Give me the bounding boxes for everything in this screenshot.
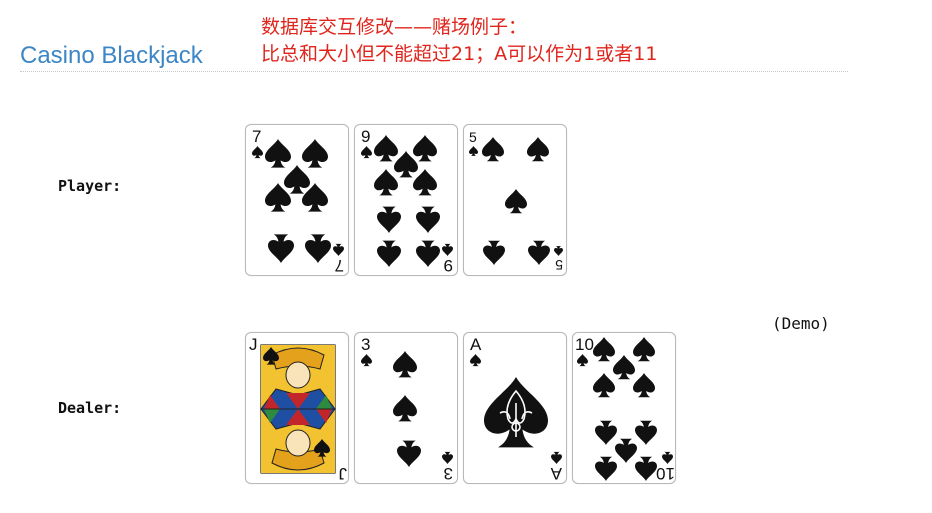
spade-icon <box>442 243 453 256</box>
player-label: Player: <box>58 177 122 195</box>
card-rank: 9 <box>444 256 453 275</box>
dealer-card-2[interactable]: 3 3 <box>354 332 458 484</box>
card-rank: 5 <box>555 257 563 273</box>
spade-icon <box>361 146 372 159</box>
card-rank: 9 <box>361 127 370 146</box>
spade-icon <box>397 440 421 467</box>
player-card-3[interactable]: 5 5 <box>463 124 567 276</box>
card-rank: J <box>339 464 348 483</box>
title-divider <box>20 71 848 72</box>
dealer-card-3[interactable]: A A <box>463 332 567 484</box>
annotation-notes: 数据库交互修改——赌场例子： 比总和大小但不能超过21；A可以作为1或者11 <box>261 14 657 68</box>
card-rank: J <box>249 335 258 354</box>
spade-icon <box>333 243 344 256</box>
spade-icon <box>305 234 331 263</box>
spade-icon <box>635 456 657 481</box>
spade-icon <box>577 354 588 367</box>
player-card-2[interactable]: 9 9 <box>354 124 458 276</box>
spade-icon <box>416 206 440 233</box>
spade-icon <box>470 354 481 367</box>
card-rank: 10 <box>656 464 675 483</box>
spade-icon <box>505 189 527 214</box>
spade-icon <box>635 420 657 445</box>
spade-icon <box>613 355 635 380</box>
dealer-card-4[interactable]: 10 10 <box>572 332 676 484</box>
spade-icon <box>615 438 637 463</box>
spade-icon <box>595 420 617 445</box>
demo-label: (Demo) <box>772 314 830 333</box>
card-rank: 5 <box>469 129 477 145</box>
spade-icon <box>394 151 418 178</box>
card-rank: 10 <box>575 335 594 354</box>
dealer-card-1[interactable]: J J <box>245 332 349 484</box>
card-rank: A <box>550 464 562 483</box>
spade-icon <box>551 451 562 464</box>
spade-icon <box>527 137 549 162</box>
spade-icon <box>483 240 505 265</box>
card-rank: 3 <box>444 464 453 483</box>
spade-icon <box>633 337 655 362</box>
spade-icon <box>393 395 417 422</box>
spade-icon <box>662 451 673 464</box>
card-rank: 7 <box>252 127 261 146</box>
spade-icon <box>413 135 437 162</box>
spade-icon <box>593 373 615 398</box>
page-title: Casino Blackjack <box>20 42 203 69</box>
spade-icon <box>633 373 655 398</box>
card-rank: A <box>470 335 482 354</box>
spade-icon <box>416 240 440 267</box>
dealer-label: Dealer: <box>58 399 122 417</box>
spade-icon <box>374 169 398 196</box>
note-line-2: 比总和大小但不能超过21；A可以作为1或者11 <box>261 43 658 65</box>
spade-icon <box>252 146 263 159</box>
note-line-1: 数据库交互修改——赌场例子： <box>261 16 528 38</box>
spade-icon <box>377 206 401 233</box>
spade-icon <box>377 240 401 267</box>
spade-icon <box>413 169 437 196</box>
spade-icon <box>393 351 417 378</box>
spade-icon <box>554 246 563 256</box>
spade-icon <box>265 139 291 168</box>
spade-icon <box>374 135 398 162</box>
spade-icon <box>593 337 615 362</box>
player-card-1[interactable]: 7 7 <box>245 124 349 276</box>
spade-icon <box>302 139 328 168</box>
spade-icon <box>528 240 550 265</box>
card-rank: 7 <box>335 256 344 275</box>
spade-icon <box>361 354 372 367</box>
spade-icon <box>442 451 453 464</box>
spade-icon <box>268 234 294 263</box>
card-rank: 3 <box>361 335 370 354</box>
spade-icon <box>595 456 617 481</box>
spade-icon <box>469 146 478 156</box>
spade-icon <box>482 137 504 162</box>
spade-icon <box>284 165 310 194</box>
